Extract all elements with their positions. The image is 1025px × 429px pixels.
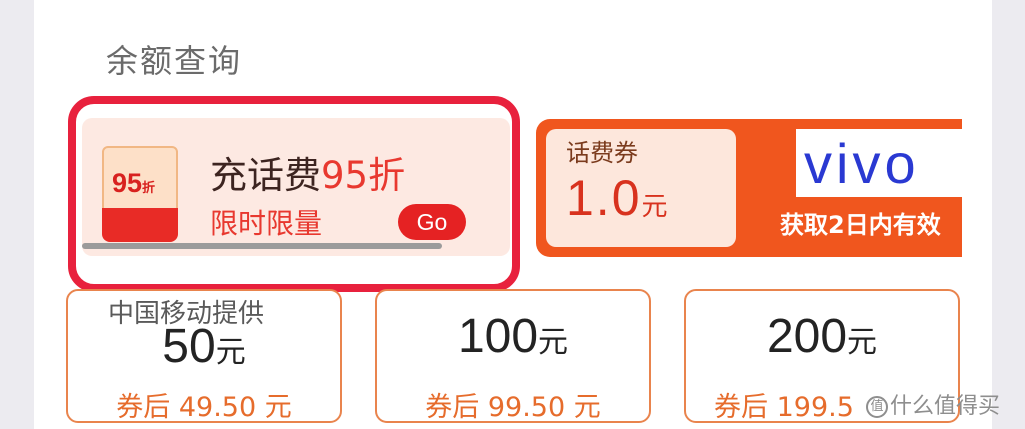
watermark: 值什么值得买 [866,388,1000,420]
brand-logo-box: vivo [796,129,962,197]
option-amount-value: 50 [162,320,216,373]
voucher-amount-unit: 元 [641,191,670,221]
voucher-amount: 1.0元 [566,169,670,227]
recharge-option-100[interactable]: 100元 券后 99.50 元 [375,289,651,423]
option-amount-value: 200 [766,310,848,363]
voucher-amount-value: 1.0 [566,170,642,226]
option-amount-unit: 元 [538,325,569,360]
option-amount-unit: 元 [215,335,246,370]
option-price: 券后 49.50 元 [116,392,292,423]
voucher-card[interactable]: 话费券 1.0元 vivo 获取2日内有效 [536,119,962,257]
voucher-label: 话费券 [566,139,638,167]
voucher-note: 获取2日内有效 [780,211,941,239]
watermark-text: 什么值得买 [890,394,1001,419]
promo-highlight-frame [68,96,520,292]
option-amount-unit: 元 [847,325,878,360]
section-title: 余额查询 [106,42,243,80]
recharge-option-50[interactable]: 中国移动提供 50元 券后 49.50 元 [66,289,342,423]
option-price: 券后 99.50 元 [425,392,601,423]
option-amount: 200元 [686,309,958,364]
option-amount-value: 100 [457,310,539,363]
option-amount: 50元 [68,319,340,374]
option-amount: 100元 [377,309,649,364]
vivo-logo: vivo [804,132,920,195]
watermark-icon: 值 [866,396,888,418]
